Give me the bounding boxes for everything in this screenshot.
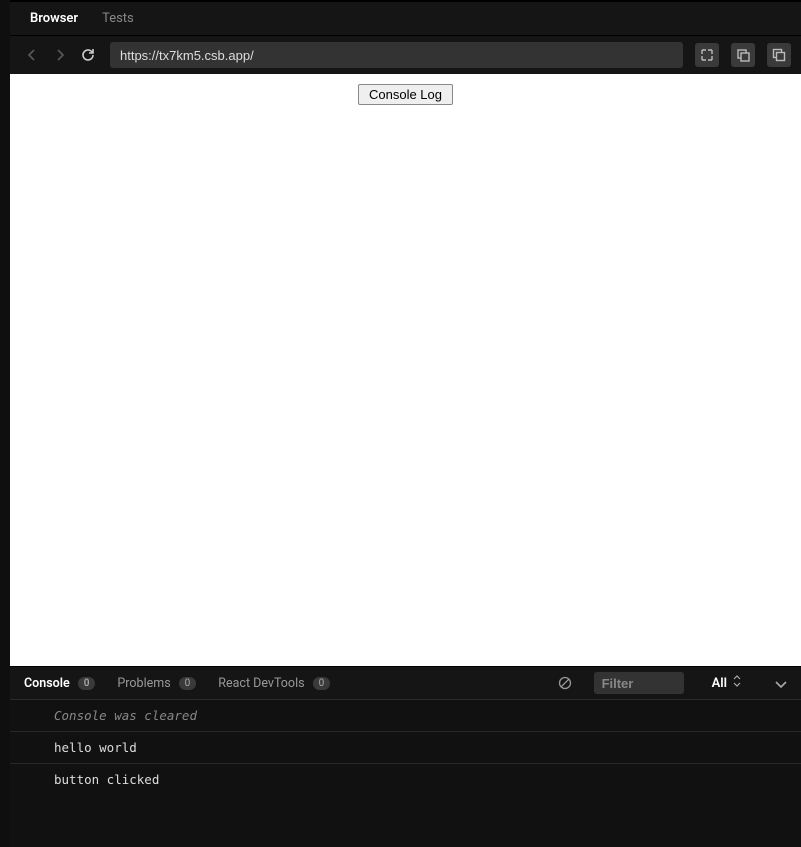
tab-react-devtools[interactable]: React DevTools 0 [218, 676, 330, 691]
collapse-panel-button[interactable] [775, 674, 787, 693]
devtools-tabs: Console 0 Problems 0 React DevTools 0 Al… [10, 667, 801, 699]
clear-console-button[interactable] [558, 676, 572, 690]
tab-console[interactable]: Console 0 [24, 676, 95, 691]
console-line: Console was cleared [10, 699, 801, 731]
preview-pane: Console Log [10, 74, 801, 666]
tab-browser[interactable]: Browser [30, 11, 78, 26]
tab-problems-label: Problems [117, 676, 170, 691]
back-button[interactable] [24, 49, 40, 61]
url-bar-row [0, 36, 801, 74]
react-badge: 0 [313, 677, 331, 690]
new-window-button[interactable] [695, 43, 719, 67]
tab-problems[interactable]: Problems 0 [117, 676, 196, 691]
console-line: hello world [10, 731, 801, 763]
tab-tests[interactable]: Tests [102, 11, 134, 26]
tab-react-label: React DevTools [218, 676, 304, 691]
app-root: Browser Tests Console Log [0, 0, 801, 847]
log-level-select[interactable]: All [706, 675, 747, 691]
left-strip [0, 0, 10, 847]
console-log-button[interactable]: Console Log [358, 84, 453, 105]
console-line: button clicked [10, 763, 801, 795]
tab-console-label: Console [24, 676, 70, 691]
preview-content: Console Log [10, 74, 801, 105]
preview-tabs: Browser Tests [0, 0, 801, 36]
devtools-panel: Console 0 Problems 0 React DevTools 0 Al… [10, 666, 801, 847]
console-output: Console was cleared hello world button c… [10, 699, 801, 847]
ban-icon [558, 676, 572, 690]
forward-button[interactable] [52, 49, 68, 61]
log-level-label: All [712, 676, 727, 691]
console-badge: 0 [78, 677, 96, 690]
reload-icon [80, 47, 96, 63]
filter-input[interactable] [594, 672, 684, 694]
expand-icon [700, 48, 714, 62]
updown-icon [733, 675, 741, 691]
chevron-left-icon [28, 49, 36, 61]
stack-icon [772, 48, 786, 62]
chevron-right-icon [56, 49, 64, 61]
layers-button[interactable] [767, 43, 791, 67]
url-input[interactable] [110, 42, 683, 68]
reload-button[interactable] [80, 47, 98, 63]
copy-icon [736, 48, 750, 62]
problems-badge: 0 [179, 677, 197, 690]
chevron-down-icon [775, 681, 787, 689]
split-button[interactable] [731, 43, 755, 67]
